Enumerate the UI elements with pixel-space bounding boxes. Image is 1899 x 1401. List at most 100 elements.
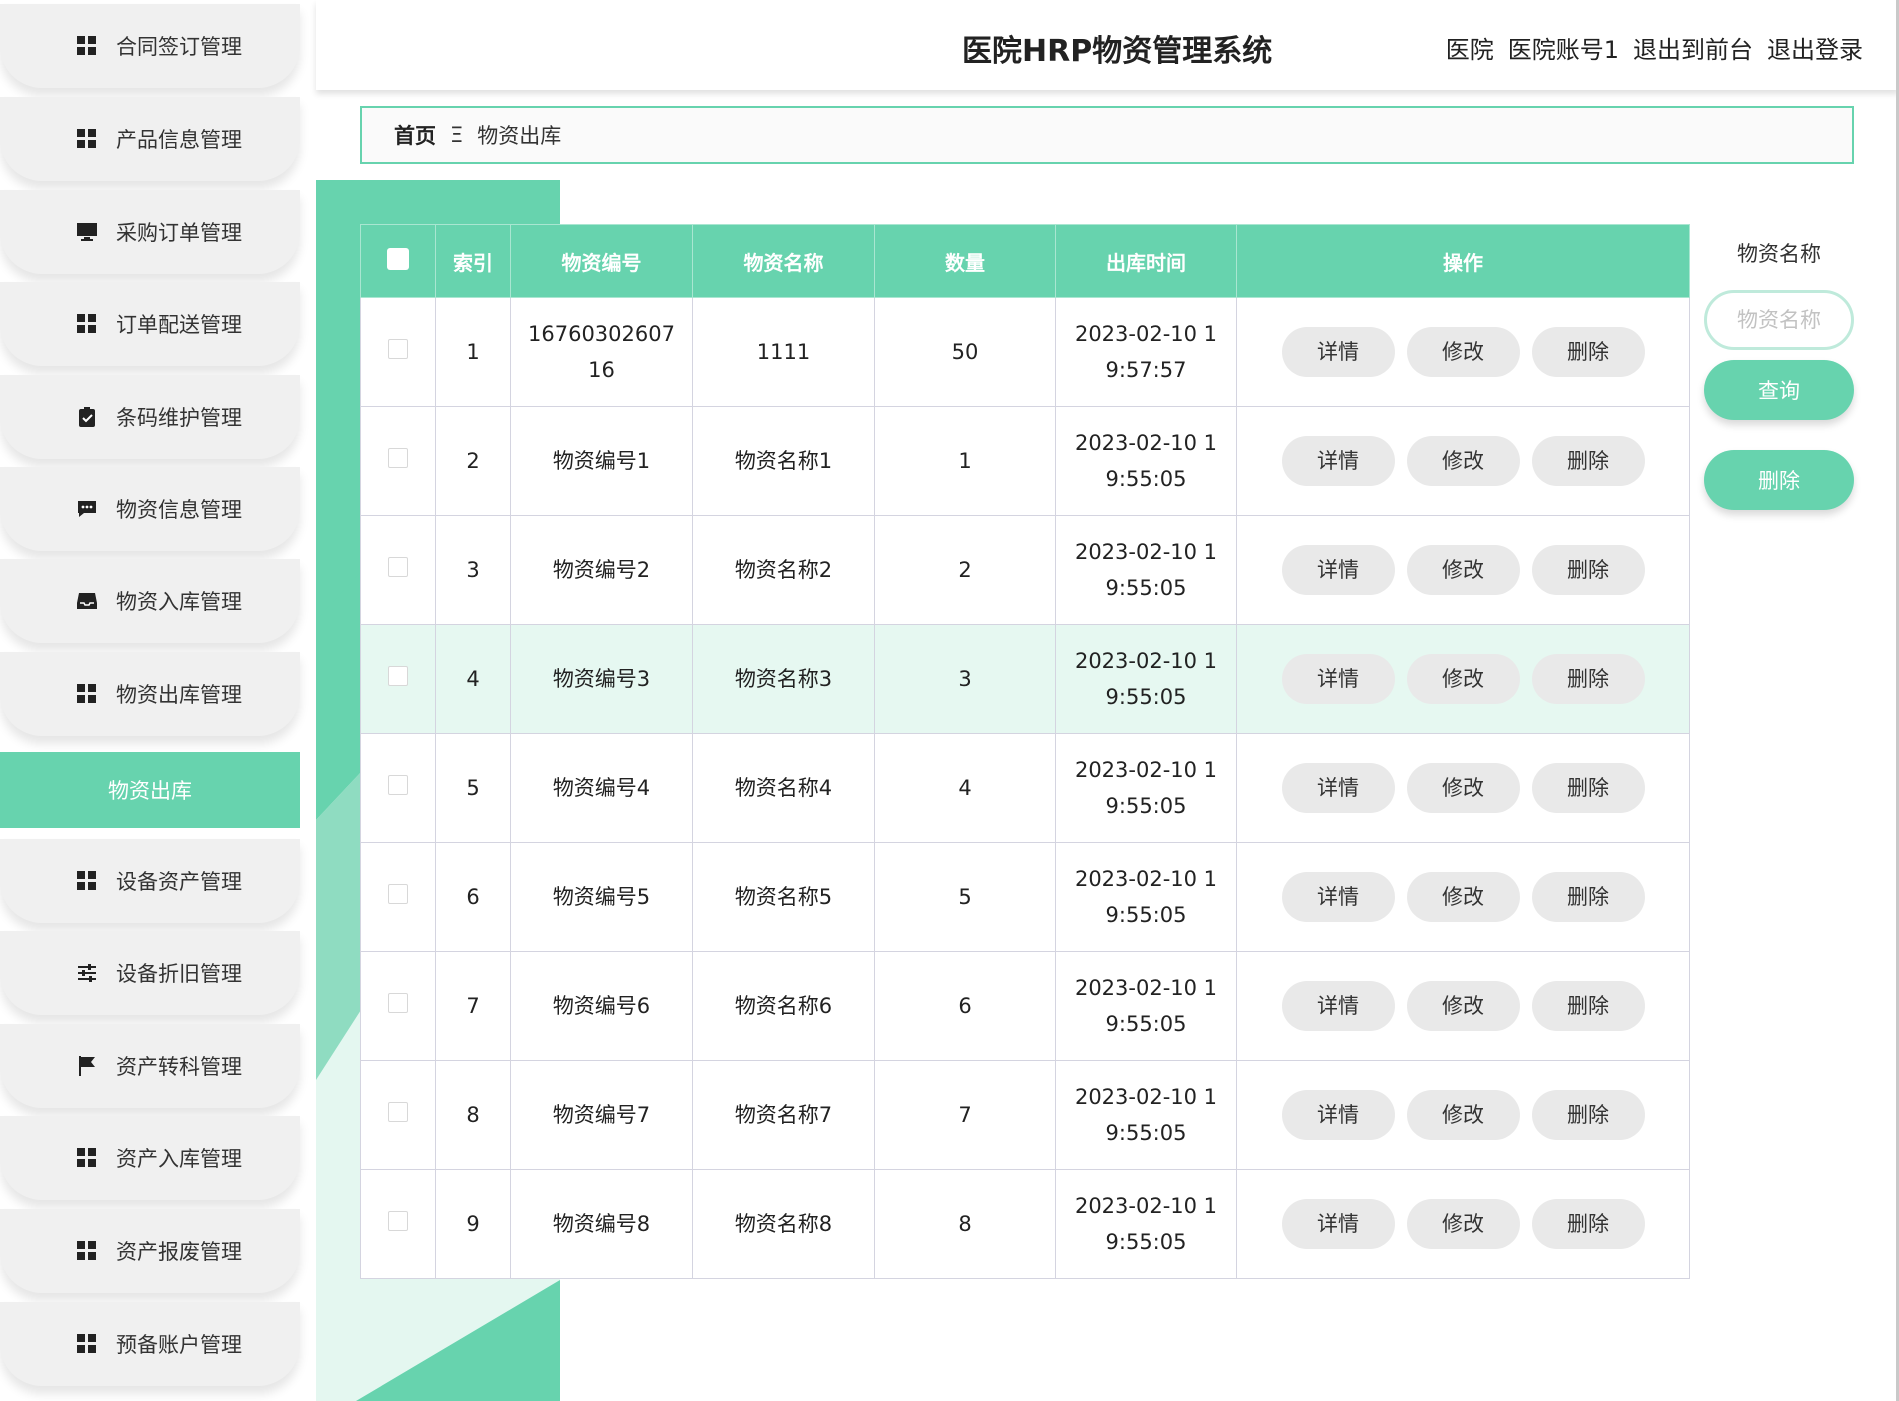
sidebar-item[interactable]: 设备折旧管理 xyxy=(0,931,300,1015)
row-checkbox[interactable] xyxy=(388,1211,408,1231)
batch-delete-button[interactable]: 删除 xyxy=(1704,450,1854,510)
delete-button[interactable]: 删除 xyxy=(1531,545,1645,595)
sidebar-item[interactable]: 产品信息管理 xyxy=(0,97,300,181)
breadcrumb-home[interactable]: 首页 xyxy=(394,120,436,150)
table-row[interactable]: 8 物资编号7 物资名称7 7 2023-02-10 19:55:05 详情 修改 删除 xyxy=(360,1060,1690,1170)
row-select-cell[interactable] xyxy=(360,842,436,952)
cell-outbound-time: 2023-02-10 19:55:05 xyxy=(1055,951,1237,1061)
edit-button[interactable]: 修改 xyxy=(1406,981,1520,1031)
detail-button[interactable]: 详情 xyxy=(1281,1199,1395,1249)
row-select-cell[interactable] xyxy=(360,515,436,625)
row-checkbox[interactable] xyxy=(388,339,408,359)
detail-button[interactable]: 详情 xyxy=(1281,1090,1395,1140)
edit-button[interactable]: 修改 xyxy=(1406,1090,1520,1140)
edit-button[interactable]: 修改 xyxy=(1406,654,1520,704)
cell-outbound-time: 2023-02-10 19:55:05 xyxy=(1055,1169,1237,1279)
delete-button[interactable]: 删除 xyxy=(1531,763,1645,813)
row-select-cell[interactable] xyxy=(360,297,436,407)
cell-name: 物资名称8 xyxy=(692,1169,875,1279)
sidebar-subitem-active[interactable]: 物资出库 xyxy=(0,752,300,828)
sidebar-item[interactable]: 物资信息管理 xyxy=(0,467,300,551)
delete-button[interactable]: 删除 xyxy=(1531,436,1645,486)
cell-name: 物资名称7 xyxy=(692,1060,875,1170)
table-row[interactable]: 6 物资编号5 物资名称5 5 2023-02-10 19:55:05 详情 修改 删除 xyxy=(360,842,1690,952)
detail-button[interactable]: 详情 xyxy=(1281,981,1395,1031)
row-checkbox[interactable] xyxy=(388,666,408,686)
cell-outbound-time: 2023-02-10 19:55:05 xyxy=(1055,1060,1237,1170)
query-button[interactable]: 查询 xyxy=(1704,360,1854,420)
table-header-row: 索引 物资编号 物资名称 数量 出库时间 操作 xyxy=(360,224,1690,298)
sidebar-item[interactable]: 采购订单管理 xyxy=(0,190,300,274)
sidebar-item[interactable]: 资产转科管理 xyxy=(0,1024,300,1108)
delete-button[interactable]: 删除 xyxy=(1531,1199,1645,1249)
row-select-cell[interactable] xyxy=(360,1169,436,1279)
table-row[interactable]: 4 物资编号3 物资名称3 3 2023-02-10 19:55:05 详情 修改 删除 xyxy=(360,624,1690,734)
sidebar-item-label: 采购订单管理 xyxy=(116,221,242,245)
table-row[interactable]: 7 物资编号6 物资名称6 6 2023-02-10 19:55:05 详情 修改 删除 xyxy=(360,951,1690,1061)
cell-outbound-time: 2023-02-10 19:55:05 xyxy=(1055,733,1237,843)
delete-button[interactable]: 删除 xyxy=(1531,872,1645,922)
cell-outbound-time: 2023-02-10 19:55:05 xyxy=(1055,406,1237,516)
select-all-checkbox[interactable] xyxy=(387,247,409,270)
row-checkbox[interactable] xyxy=(388,448,408,468)
row-checkbox[interactable] xyxy=(388,884,408,904)
sidebar-item-label: 设备资产管理 xyxy=(116,870,242,894)
delete-button[interactable]: 删除 xyxy=(1531,1090,1645,1140)
sidebar-item[interactable]: 预备账户管理 xyxy=(0,1302,300,1386)
sidebar-item[interactable]: 资产入库管理 xyxy=(0,1116,300,1200)
monitor-icon xyxy=(76,221,98,243)
delete-button[interactable]: 删除 xyxy=(1531,981,1645,1031)
detail-button[interactable]: 详情 xyxy=(1281,436,1395,486)
detail-button[interactable]: 详情 xyxy=(1281,872,1395,922)
row-checkbox[interactable] xyxy=(388,993,408,1013)
sidebar-item[interactable]: 资产报废管理 xyxy=(0,1209,300,1293)
edit-button[interactable]: 修改 xyxy=(1406,327,1520,377)
detail-button[interactable]: 详情 xyxy=(1281,545,1395,595)
breadcrumb-current: 物资出库 xyxy=(477,124,562,148)
sidebar-item[interactable]: 条码维护管理 xyxy=(0,375,300,459)
table-row[interactable]: 3 物资编号2 物资名称2 2 2023-02-10 19:55:05 详情 修改 删除 xyxy=(360,515,1690,625)
row-checkbox[interactable] xyxy=(388,557,408,577)
chat-icon xyxy=(76,498,98,520)
delete-button[interactable]: 删除 xyxy=(1531,654,1645,704)
edit-button[interactable]: 修改 xyxy=(1406,545,1520,595)
edit-button[interactable]: 修改 xyxy=(1406,436,1520,486)
cell-quantity: 5 xyxy=(874,842,1056,952)
grid-icon xyxy=(76,35,98,57)
row-select-cell[interactable] xyxy=(360,406,436,516)
cell-name: 物资名称2 xyxy=(692,515,875,625)
sidebar-item[interactable]: 物资入库管理 xyxy=(0,559,300,643)
search-input[interactable] xyxy=(1704,290,1854,350)
detail-button[interactable]: 详情 xyxy=(1281,654,1395,704)
edit-button[interactable]: 修改 xyxy=(1406,1199,1520,1249)
select-all-header[interactable] xyxy=(360,224,436,298)
sliders-icon xyxy=(76,962,98,984)
delete-button[interactable]: 删除 xyxy=(1531,327,1645,377)
exit-to-front-link[interactable]: 退出到前台 xyxy=(1633,30,1753,65)
edit-button[interactable]: 修改 xyxy=(1406,763,1520,813)
edit-button[interactable]: 修改 xyxy=(1406,872,1520,922)
row-checkbox[interactable] xyxy=(388,775,408,795)
sidebar-item[interactable]: 设备资产管理 xyxy=(0,839,300,923)
sidebar-item[interactable]: 订单配送管理 xyxy=(0,282,300,366)
sidebar-item[interactable]: 合同签订管理 xyxy=(0,4,300,88)
cell-outbound-time: 2023-02-10 19:55:05 xyxy=(1055,624,1237,734)
user-role: 医院 xyxy=(1445,36,1494,64)
detail-button[interactable]: 详情 xyxy=(1281,327,1395,377)
search-label: 物资名称 xyxy=(1737,242,1821,266)
table-row[interactable]: 2 物资编号1 物资名称1 1 2023-02-10 19:55:05 详情 修改 删除 xyxy=(360,406,1690,516)
row-select-cell[interactable] xyxy=(360,733,436,843)
logout-link[interactable]: 退出登录 xyxy=(1767,30,1863,65)
detail-button[interactable]: 详情 xyxy=(1281,763,1395,813)
table-row[interactable]: 9 物资编号8 物资名称8 8 2023-02-10 19:55:05 详情 修改 删除 xyxy=(360,1169,1690,1279)
sidebar: 合同签订管理 产品信息管理采购订单管理订单配送管理 条码维护管理 物资信息管理 物资入库… xyxy=(0,0,300,1401)
table-row[interactable]: 5 物资编号4 物资名称4 4 2023-02-10 19:55:05 详情 修改 删除 xyxy=(360,733,1690,843)
sidebar-item[interactable]: 物资出库管理 xyxy=(0,652,300,736)
row-select-cell[interactable] xyxy=(360,1060,436,1170)
cell-name: 物资名称1 xyxy=(692,406,875,516)
row-select-cell[interactable] xyxy=(360,624,436,734)
row-select-cell[interactable] xyxy=(360,951,436,1061)
row-checkbox[interactable] xyxy=(388,1102,408,1122)
table-row[interactable]: 1 1676030260716 1111 50 2023-02-10 19:57:57 详… xyxy=(360,297,1690,407)
flag-icon xyxy=(76,1055,98,1077)
